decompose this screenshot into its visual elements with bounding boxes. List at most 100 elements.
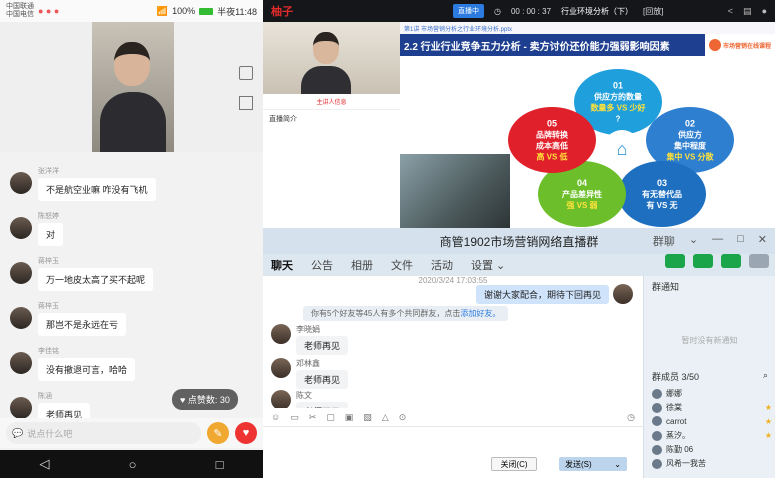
chevron-down-icon[interactable]: ⌄ (614, 460, 621, 469)
chat-area[interactable]: 2020/3/24 17:03:55 谢谢大家配合，期待下回再见 你有5个好友等… (263, 276, 643, 426)
phone-live-app: 中国联通 中国电信 ● ● ● 📶 100% 半夜11:48 张洋洋 不是航空业… (0, 0, 263, 478)
member-row[interactable]: 陈勤 06 (652, 444, 772, 455)
picture-icon[interactable]: ▧ (363, 412, 372, 423)
replay-tag: [回放] (643, 6, 664, 16)
home-button[interactable]: ○ (129, 457, 137, 472)
history-icon[interactable]: ◷ (627, 412, 635, 423)
member-row[interactable]: carrot ★ (652, 416, 772, 426)
member-row[interactable]: 风希一我苦 (652, 458, 772, 469)
petal-text: 01 (613, 81, 623, 91)
tab-notice[interactable]: 公告 (311, 257, 333, 273)
more-icon[interactable]: ⊙ (399, 412, 407, 423)
avatar[interactable] (10, 262, 32, 284)
member-name: 娜娜 (666, 389, 682, 398)
member-row[interactable]: 蒸汐。 ★ (652, 430, 772, 441)
member-name: 蒸汐。 (666, 431, 690, 440)
avatar[interactable] (10, 172, 32, 194)
search-icon[interactable]: ⌕ (763, 370, 768, 383)
group-sidebar: 群通知 暂时没有新通知 群成员 3/50 ⌕ 娜娜 徐棠 ★ carrot ★ 蒸汐。 ★ 陈… (643, 276, 775, 478)
slide-area: 第1讲 市场营销分析之行业环境分析.pptx 2.2 行业行业竞争五力分析 - … (400, 22, 775, 228)
edit-icon[interactable] (239, 96, 253, 110)
add-icon[interactable] (721, 254, 741, 268)
comment-input[interactable]: 💬 说点什么吧 (6, 422, 201, 444)
member-row[interactable]: 娜娜 (652, 388, 772, 399)
avatar[interactable] (10, 307, 32, 329)
live-timer: 00 : 00 : 37 (510, 6, 552, 16)
petal-text: 有 VS 无 (646, 200, 677, 210)
tab-settings[interactable]: 设置 ⌄ (471, 257, 505, 273)
like-button[interactable]: ♥ (235, 422, 257, 444)
petal-text: 02 (685, 119, 695, 129)
back-button[interactable]: ◁ (40, 456, 50, 472)
recent-apps-button[interactable]: □ (216, 457, 224, 472)
fullscreen-icon[interactable] (239, 66, 253, 80)
send-button[interactable]: 发送(S) ⌄ (559, 457, 627, 471)
like-count-badge[interactable]: ♥ 点赞数: 30 (172, 389, 238, 410)
close-icon[interactable]: ✕ (758, 233, 767, 249)
avatar (652, 402, 662, 413)
system-tip: 你有5个好友等45人有多个共同群友，点击添加好友。 (303, 306, 509, 321)
avatar[interactable] (613, 284, 633, 304)
petal-text: 数量多 VS 少好 (590, 103, 645, 113)
more-icon[interactable] (749, 254, 769, 268)
sender-name: 陈涵 (38, 393, 52, 400)
avatar (652, 458, 662, 469)
avatar[interactable] (271, 390, 291, 410)
tab-activity[interactable]: 活动 (431, 257, 453, 273)
message-bubble: 老师再见 (296, 370, 349, 389)
avatar[interactable] (271, 324, 291, 344)
scissors-icon[interactable]: ✂ (309, 412, 317, 423)
petal-text: ? (616, 115, 621, 124)
petal-text: 供应方 (677, 130, 702, 140)
carrier-2: 中国电信 (6, 11, 34, 18)
sender-name: 蒋梓玉 (38, 258, 59, 265)
chevron-down-icon[interactable]: ⌄ (689, 233, 698, 249)
folder-icon[interactable]: ▢ (326, 412, 335, 423)
petal-text: 03 (657, 178, 667, 188)
avatar[interactable] (10, 352, 32, 374)
close-button[interactable]: 关闭(C) (491, 457, 537, 471)
clock-icon: ◷ (494, 6, 501, 16)
petal-text: 强 VS 弱 (566, 200, 597, 210)
share-icon[interactable]: < (728, 6, 733, 17)
member-row[interactable]: 徐棠 ★ (652, 402, 772, 413)
sender-name: 蒋梓玉 (38, 303, 59, 310)
avatar[interactable] (10, 217, 32, 239)
group-toolbar (659, 250, 775, 272)
group-chat-tag[interactable]: 群聊 (653, 233, 675, 249)
comment-icon[interactable]: ● (762, 6, 767, 17)
list-item: 李佳铭 没有撤退可言，哈哈 (0, 340, 263, 385)
comment-placeholder: 说点什么吧 (27, 428, 73, 439)
message-bubble: 不是航空业嘛 咋没有飞机 (38, 178, 156, 201)
avatar[interactable] (10, 397, 32, 419)
host-info-tab[interactable]: 主讲人信息 (263, 94, 400, 110)
image-icon[interactable]: ▣ (345, 412, 354, 423)
send-label: 发送(S) (565, 459, 592, 469)
video-call-icon[interactable] (665, 254, 685, 268)
add-friend-link[interactable]: 添加好友。 (460, 309, 500, 318)
screen-share-icon[interactable] (693, 254, 713, 268)
minimize-icon[interactable]: — (712, 233, 723, 249)
tab-chat[interactable]: 聊天 (271, 257, 293, 273)
carrier-1: 中国联通 (6, 3, 34, 10)
maximize-icon[interactable]: □ (737, 233, 744, 249)
system-nav-bar: ◁ ○ □ (0, 450, 263, 478)
star-icon: ★ (764, 403, 772, 412)
message-input[interactable]: 关闭(C) 发送(S) ⌄ (263, 426, 643, 478)
sender-name: 邓林鑫 (296, 359, 320, 368)
emoji-icon[interactable]: ☺ (271, 412, 280, 422)
lesson-title: 行业环境分析（下） (561, 6, 634, 16)
tab-files[interactable]: 文件 (391, 257, 413, 273)
live-video[interactable] (0, 22, 263, 152)
avatar[interactable] (271, 358, 291, 378)
carrier-info: 中国联通 中国电信 (6, 3, 34, 19)
bell-icon[interactable]: △ (382, 412, 389, 423)
doc-icon[interactable]: ▤ (743, 6, 752, 17)
member-name: carrot (666, 416, 687, 426)
note-icon: ✎ (213, 427, 223, 440)
brand-logo-icon (708, 39, 721, 51)
note-button[interactable]: ✎ (207, 422, 229, 444)
gif-icon[interactable]: ▭ (290, 412, 299, 423)
list-item: 蒋梓玉 那岂不是永远在亏 (0, 295, 263, 340)
tab-album[interactable]: 相册 (351, 257, 373, 273)
